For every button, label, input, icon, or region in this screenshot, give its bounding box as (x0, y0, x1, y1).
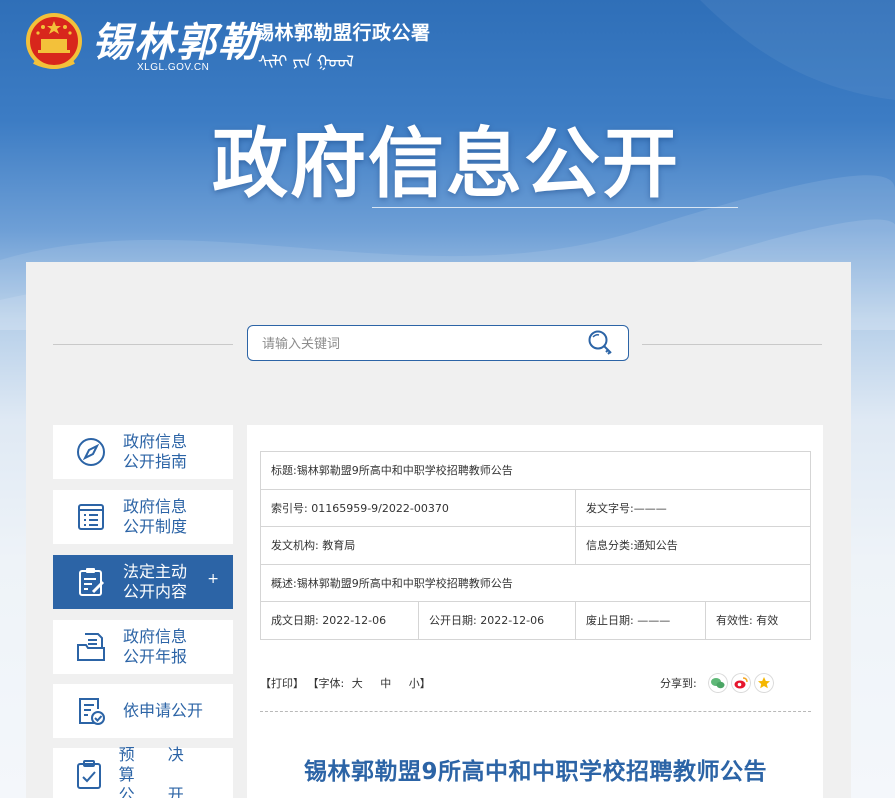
site-logo-calligraphy[interactable]: 锡林郭勒 (92, 10, 260, 68)
search-key-icon[interactable] (584, 328, 618, 358)
meta-validity: 有效性: 有效 (705, 601, 811, 640)
search-input[interactable] (262, 334, 582, 354)
font-medium-button[interactable]: 中 (380, 677, 391, 690)
national-emblem-icon[interactable] (24, 12, 84, 74)
document-title: 锡林郭勒盟9所高中和中职学校招聘教师公告 (303, 759, 767, 785)
sidebar-item-label: 政府信息 公开制度 (123, 497, 188, 536)
wechat-icon[interactable] (708, 673, 728, 693)
font-size-label: 【字体: (307, 677, 345, 690)
sidebar-item-label: 政府信息 公开年报 (123, 627, 188, 666)
meta-summary: 概述:锡林郭勒盟9所高中和中职学校招聘教师公告 (260, 563, 811, 602)
font-large-button[interactable]: 大 (352, 677, 363, 690)
meta-published-date: 公开日期: 2022-12-06 (418, 601, 576, 640)
sidebar-item-on-request[interactable]: 依申请公开 (53, 684, 233, 738)
font-small-button[interactable]: 小】 (409, 677, 431, 690)
sidebar-item-budget[interactable]: 预 决 算公 开 (53, 745, 233, 798)
hero-divider (372, 207, 738, 208)
print-button[interactable]: 【打印】 (260, 677, 304, 690)
site-domain: XLGL.GOV.CN (137, 62, 210, 73)
meta-title: 标题:锡林郭勒盟9所高中和中职学校招聘教师公告 (260, 451, 811, 490)
site-header: 锡林郭勒 XLGL.GOV.CN 锡林郭勒盟行政公署 ᠰᠢᠯᠢ ᠶᠢᠨ ᠭᠣᠣᠯ (0, 0, 895, 90)
meta-index: 索引号: 01165959-9/2022-00370 (260, 488, 576, 527)
meta-category: 信息分类:通知公告 (575, 526, 811, 565)
search-divider-left (53, 344, 233, 345)
meta-created-date: 成文日期: 2022-12-06 (260, 601, 419, 640)
document-list-icon (71, 497, 111, 537)
mongolian-site-name: ᠰᠢᠯᠢ ᠶᠢᠨ ᠭᠣᠣᠯ (258, 52, 354, 71)
sidebar-item-annual-report[interactable]: 政府信息 公开年报 (53, 620, 233, 674)
search-divider-right (642, 344, 822, 345)
document-meta-table: 标题:锡林郭勒盟9所高中和中职学校招聘教师公告 索引号: 01165959-9/… (260, 451, 811, 640)
sidebar-item-label: 预 决 算公 开 (118, 745, 198, 798)
compass-icon (71, 432, 111, 472)
sidebar-item-label: 法定主动 公开内容 (123, 562, 188, 601)
meta-issuer: 发文机构: 教育局 (260, 526, 576, 565)
meta-abolished-date: 废止日期: ——— (575, 601, 706, 640)
expand-icon[interactable]: + (207, 571, 219, 587)
sidebar-item-guide[interactable]: 政府信息 公开指南 (53, 425, 233, 479)
weibo-icon[interactable] (731, 673, 751, 693)
clipboard-edit-icon (71, 562, 111, 602)
share-label: 分享到: (660, 677, 697, 690)
favorite-star-icon[interactable] (754, 673, 774, 693)
search-box (247, 325, 629, 361)
sidebar-item-statutory-content[interactable]: 法定主动 公开内容 + (53, 555, 233, 609)
page-hero-title: 政府信息公开 (212, 119, 680, 208)
sidebar-item-system[interactable]: 政府信息 公开制度 (53, 490, 233, 544)
doc-check-icon (71, 691, 111, 731)
content-divider (260, 711, 811, 712)
sidebar-item-label: 政府信息 公开指南 (123, 432, 188, 471)
folder-doc-icon (71, 627, 111, 667)
clipboard-check-icon (71, 755, 107, 795)
sidebar-item-label: 依申请公开 (123, 701, 204, 720)
doc-toolbar: 【打印】 【字体: 大 中 小】 (260, 675, 431, 691)
site-name: 锡林郭勒盟行政公署 (255, 22, 431, 44)
meta-doc-number: 发文字号:——— (575, 488, 811, 527)
